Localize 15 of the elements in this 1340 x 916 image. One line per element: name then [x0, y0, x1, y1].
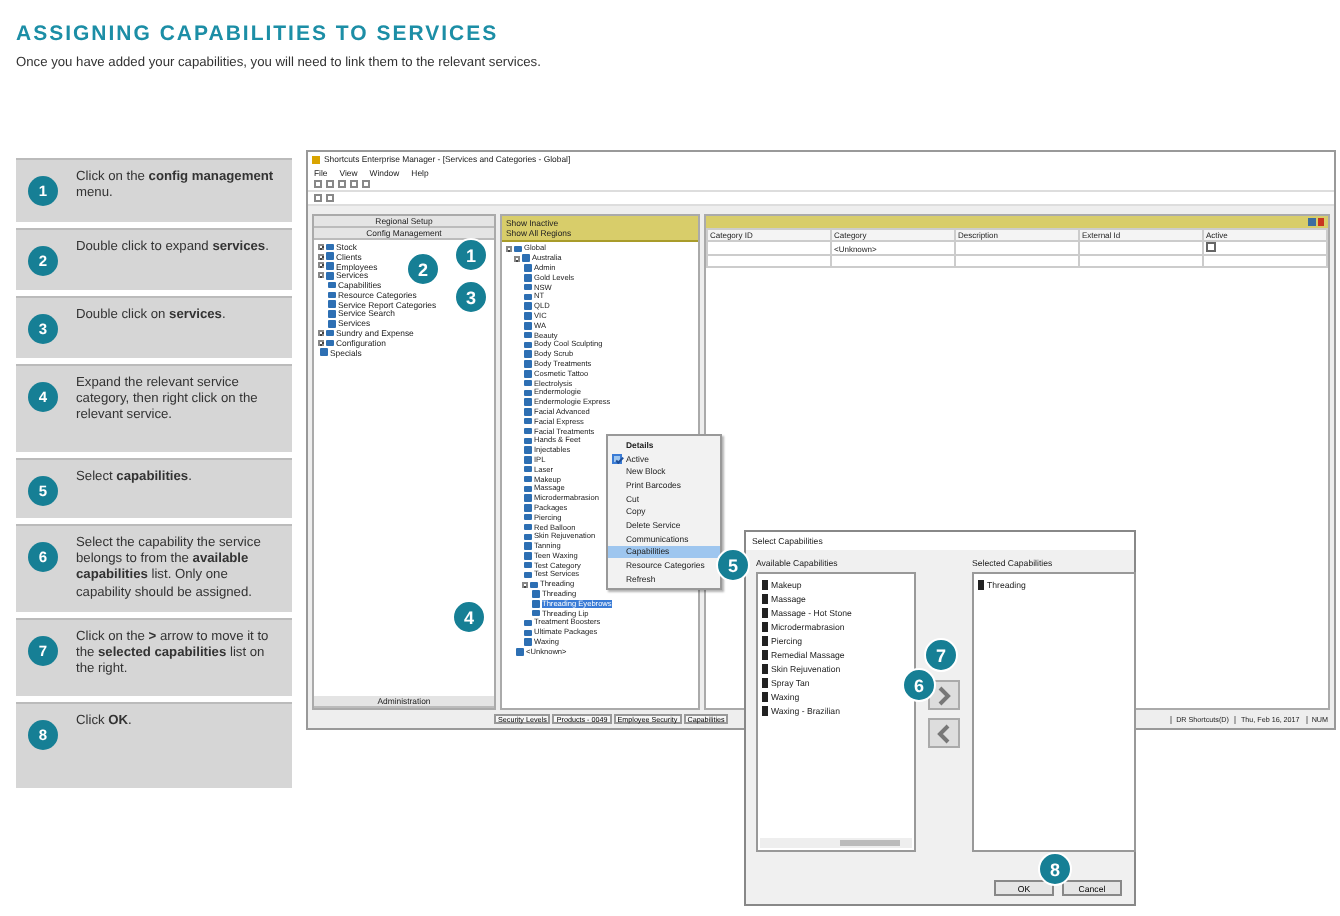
app-icon	[312, 155, 320, 163]
page-heading: ASSIGNING CAPABILITIES TO SERVICES	[16, 22, 501, 46]
expander-icon[interactable]	[522, 581, 528, 588]
remove-arrow-button[interactable]	[928, 718, 960, 748]
expander-icon[interactable]	[318, 253, 324, 260]
checkbox[interactable]	[1206, 242, 1216, 252]
expander-icon[interactable]	[318, 339, 324, 346]
expander-icon[interactable]	[514, 255, 520, 262]
capability-icon	[978, 580, 983, 590]
expander-icon[interactable]	[318, 272, 324, 279]
expander-icon[interactable]	[318, 243, 324, 250]
expander-icon[interactable]	[318, 330, 324, 337]
expander-icon[interactable]	[318, 262, 324, 269]
expander-icon[interactable]	[506, 245, 512, 252]
delete-icon[interactable]	[1317, 218, 1324, 226]
